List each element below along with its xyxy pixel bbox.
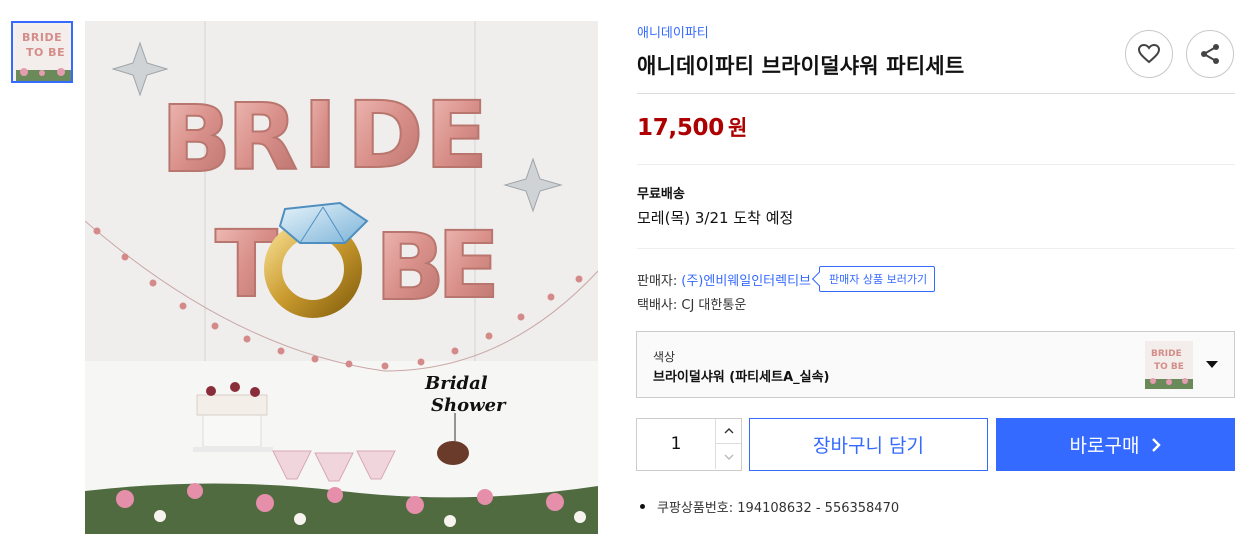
thumbnail-decor: [16, 68, 71, 81]
balloon-letter: E: [425, 82, 488, 189]
gallery-thumbnail[interactable]: BRIDE TO BE: [11, 21, 73, 83]
price: 17,500 원: [637, 112, 747, 142]
chevron-down-icon: [724, 454, 733, 460]
seller-name-link[interactable]: (주)엔비웨일인터렉티브: [681, 270, 811, 289]
divider: [637, 93, 1235, 94]
price-currency: 원: [727, 116, 747, 140]
main-product-image: B R I D E T B E Bridal Shower: [85, 21, 598, 534]
cake-topper-text: Bridal: [424, 373, 488, 394]
quantity-decrease-button[interactable]: [715, 444, 741, 469]
option-thumbnail-text: BRIDE: [1151, 349, 1182, 359]
product-id-item: 쿠팡상품번호: 194108632 - 556358470: [640, 497, 899, 516]
add-to-cart-button[interactable]: 장바구니 담기: [749, 418, 988, 471]
share-button[interactable]: [1186, 30, 1234, 78]
buy-now-button[interactable]: 바로구매: [996, 418, 1235, 471]
caret-down-icon: [1206, 361, 1218, 368]
heart-icon: [1138, 44, 1160, 64]
chevron-right-icon: [1152, 437, 1162, 452]
wishlist-button[interactable]: [1125, 30, 1173, 78]
option-label: 색상: [653, 350, 676, 364]
balloon-letter: R: [227, 84, 298, 191]
product-title: 애니데이파티 브라이덜샤워 파티세트: [637, 54, 965, 78]
option-select[interactable]: 색상 브라이덜샤워 (파티세트A_실속) BRIDE TO BE: [636, 331, 1235, 398]
arrival-date: 모레(목) 3/21 도착 예정: [637, 209, 794, 227]
seller-label: 판매자:: [637, 273, 678, 289]
bullet: [640, 504, 645, 509]
divider: [637, 164, 1235, 165]
view-seller-products-button[interactable]: 판매자 상품 보러가기: [819, 266, 936, 292]
option-value: 브라이덜샤워 (파티세트A_실속): [653, 370, 830, 385]
share-icon: [1201, 44, 1219, 64]
balloon-letter: I: [303, 82, 337, 189]
price-value: 17,500: [637, 115, 724, 141]
option-thumbnail-text: TO BE: [1154, 362, 1184, 372]
product-photo: B R I D E T B E Bridal Shower: [85, 21, 598, 534]
divider: [637, 248, 1235, 249]
shipping-label: 무료배송: [637, 187, 685, 202]
quantity-stepper: 1: [636, 418, 742, 471]
balloon-letter: B: [161, 86, 231, 193]
balloon-letter: E: [437, 212, 500, 319]
quantity-increase-button[interactable]: [715, 419, 741, 444]
balloon-letter: D: [347, 82, 423, 189]
quantity-input[interactable]: 1: [637, 419, 715, 470]
add-to-cart-label: 장바구니 담기: [813, 435, 924, 457]
balloon-letter: B: [375, 214, 445, 321]
product-id: 쿠팡상품번호: 194108632 - 556358470: [657, 501, 900, 516]
buy-now-label: 바로구매: [1069, 435, 1140, 457]
courier-info: 택배사: CJ 대한통운: [637, 298, 747, 313]
brand-link[interactable]: 애니데이파티: [637, 22, 709, 41]
option-thumbnail: BRIDE TO BE: [1145, 341, 1193, 389]
seller-info: 판매자: (주)엔비웨일인터렉티브 판매자 상품 보러가기: [637, 266, 936, 292]
option-thumbnail-image: BRIDE TO BE: [1145, 341, 1193, 389]
chevron-up-icon: [724, 428, 733, 434]
cake-topper-text: Shower: [431, 395, 507, 416]
thumbnail-image: BRIDE TO BE: [16, 26, 71, 81]
